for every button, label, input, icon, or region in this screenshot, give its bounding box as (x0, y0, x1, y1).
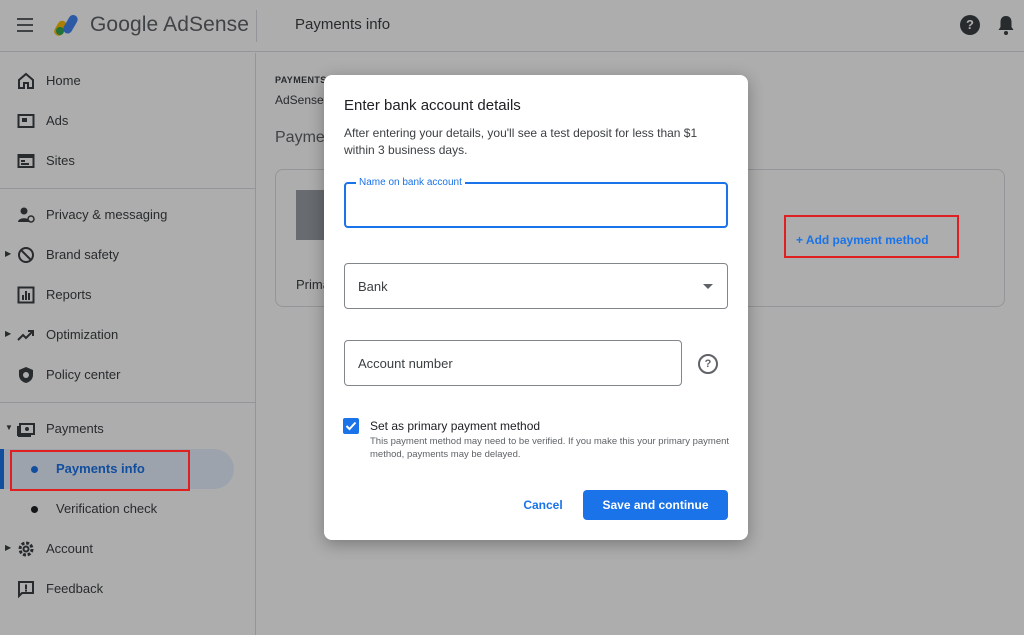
primary-checkbox-label: Set as primary payment method (370, 419, 541, 433)
dialog-description: After entering your details, you'll see … (344, 126, 698, 157)
dialog-title: Enter bank account details (344, 97, 521, 114)
highlight-box-add-method (784, 215, 959, 258)
save-and-continue-button[interactable]: Save and continue (583, 490, 728, 520)
help-icon[interactable]: ? (698, 354, 718, 374)
name-field-label: Name on bank account (356, 177, 465, 188)
primary-method-checkbox[interactable] (343, 418, 359, 434)
account-number-placeholder: Account number (358, 356, 453, 371)
highlight-box-payments-info (10, 450, 190, 491)
cancel-button[interactable]: Cancel (514, 490, 572, 520)
name-on-account-field[interactable]: Name on bank account (344, 177, 728, 228)
bank-select-label: Bank (358, 279, 388, 294)
bank-account-dialog: Enter bank account details After enterin… (324, 75, 748, 540)
account-number-field[interactable]: Account number (344, 340, 682, 386)
primary-checkbox-help: This payment method may need to be verif… (370, 436, 730, 460)
dropdown-arrow-icon (703, 284, 713, 289)
checkmark-icon (345, 421, 357, 431)
bank-select[interactable]: Bank (344, 263, 728, 309)
